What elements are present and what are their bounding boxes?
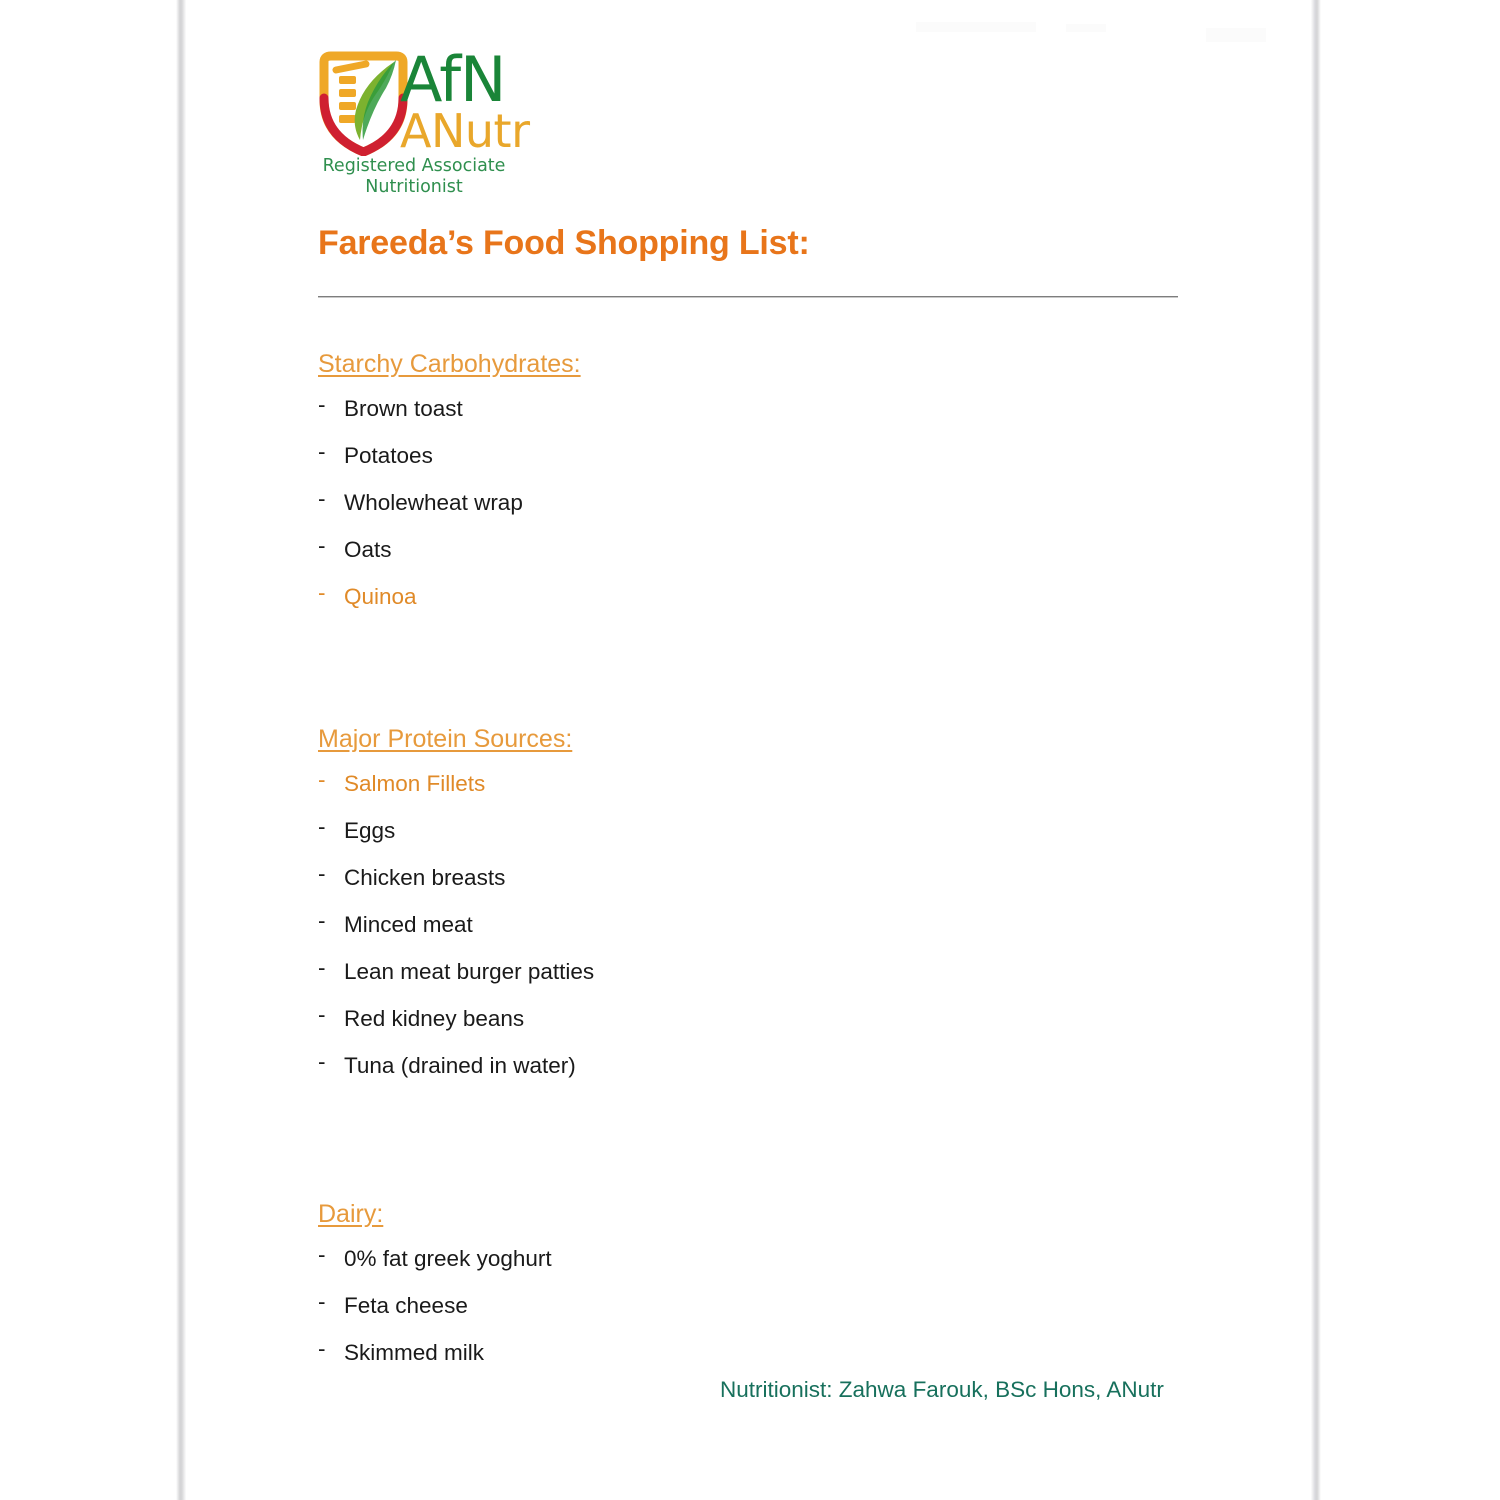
list-item: - Lean meat burger patties bbox=[318, 955, 595, 1004]
logo-strapline: Registered Associate Nutritionist bbox=[314, 156, 514, 198]
dash-bullet-icon: - bbox=[318, 1289, 326, 1314]
scan-artifact bbox=[916, 22, 1036, 32]
dash-bullet-icon: - bbox=[318, 1336, 326, 1361]
afn-anutr-logo: AfN ANutr Registered Associate Nutrition… bbox=[314, 43, 530, 198]
page-gutter-right bbox=[1321, 0, 1500, 1500]
list-item: - Wholewheat wrap bbox=[318, 486, 581, 535]
dash-bullet-icon: - bbox=[318, 439, 326, 464]
dash-bullet-icon: - bbox=[318, 1049, 326, 1074]
list-item-label: Potatoes bbox=[344, 443, 433, 468]
list-item: - Quinoa bbox=[318, 580, 581, 629]
title-divider bbox=[318, 296, 1178, 298]
dash-bullet-icon: - bbox=[318, 861, 326, 886]
dash-bullet-icon: - bbox=[318, 955, 326, 980]
document-page: AfN ANutr Registered Associate Nutrition… bbox=[186, 0, 1311, 1500]
list-item: - Red kidney beans bbox=[318, 1002, 594, 1051]
dash-bullet-icon: - bbox=[318, 486, 326, 511]
dash-bullet-icon: - bbox=[318, 392, 326, 417]
list-item-label: Wholewheat wrap bbox=[344, 490, 523, 515]
dash-bullet-icon: - bbox=[318, 908, 326, 933]
screenshot-canvas: AfN ANutr Registered Associate Nutrition… bbox=[0, 0, 1500, 1500]
list-item: - Oats bbox=[318, 533, 581, 582]
list-item: - Tuna (drained in water) bbox=[318, 1049, 594, 1098]
logo-strapline-line2: Nutritionist bbox=[365, 177, 463, 197]
section-heading: Dairy: bbox=[318, 1200, 384, 1228]
list-item-label: Skimmed milk bbox=[344, 1340, 485, 1365]
list-item-label: Brown toast bbox=[344, 396, 463, 421]
dash-bullet-icon: - bbox=[318, 814, 326, 839]
shopping-item-list: - Brown toast - Potatoes - Wholewheat wrap - Oa… bbox=[318, 392, 581, 629]
section-starchy-carbohydrates: Starchy Carbohydrates: - Brown toast - Pota… bbox=[318, 348, 581, 629]
section-dairy: Dairy: -0% fat greek yoghurt - Feta cheese… bbox=[318, 1198, 552, 1385]
list-item: -0% fat greek yoghurt bbox=[318, 1242, 552, 1291]
logo-wordmark-anutr: ANutr bbox=[400, 104, 530, 158]
list-item-label: Chicken breasts bbox=[344, 865, 506, 890]
list-item-label: Tuna (drained in water) bbox=[344, 1053, 576, 1078]
section-heading: Major Protein Sources: bbox=[318, 725, 573, 753]
list-item-label: 0% fat greek yoghurt bbox=[344, 1246, 552, 1271]
scan-artifact bbox=[1206, 28, 1266, 42]
list-item-label: Minced meat bbox=[344, 912, 473, 937]
logo-strapline-line1: Registered Associate bbox=[322, 156, 506, 176]
shopping-item-list: -0% fat greek yoghurt - Feta cheese - Skimme… bbox=[318, 1242, 552, 1385]
list-item: - Potatoes bbox=[318, 439, 581, 488]
list-item-label: Eggs bbox=[344, 818, 396, 843]
dash-bullet-icon: - bbox=[318, 767, 326, 792]
list-item: - Minced meat bbox=[318, 908, 594, 957]
list-item: - Skimmed milk bbox=[318, 1336, 552, 1385]
nutritionist-credit: Nutritionist: Zahwa Farouk, BSc Hons, AN… bbox=[720, 1377, 1164, 1402]
section-heading: Starchy Carbohydrates: bbox=[318, 350, 581, 378]
list-item: - Salmon Fillets bbox=[318, 767, 594, 816]
page-edge-shadow-right bbox=[1311, 0, 1321, 1500]
list-item-label: Salmon Fillets bbox=[344, 771, 486, 796]
scan-artifact bbox=[1066, 24, 1106, 32]
dash-bullet-icon: - bbox=[318, 1242, 326, 1267]
dash-bullet-icon: - bbox=[318, 580, 326, 605]
dash-bullet-icon: - bbox=[318, 533, 326, 558]
list-item-label: Oats bbox=[344, 537, 392, 562]
list-item: - Brown toast bbox=[318, 392, 581, 441]
list-item-label: Red kidney beans bbox=[344, 1006, 525, 1031]
list-item-label: Quinoa bbox=[344, 584, 417, 609]
page-edge-shadow-left bbox=[176, 0, 186, 1500]
shopping-item-list: - Salmon Fillets - Eggs - Chicken breasts - Min… bbox=[318, 767, 595, 1098]
list-item: - Eggs bbox=[318, 814, 594, 863]
page-title: Fareeda’s Food Shopping List: bbox=[318, 224, 810, 262]
list-item-label: Lean meat burger patties bbox=[344, 959, 595, 984]
logo-wordmark-afn: AfN bbox=[400, 43, 506, 116]
section-major-protein-sources: Major Protein Sources: - Salmon Fillets - E… bbox=[318, 723, 594, 1098]
dash-bullet-icon: - bbox=[318, 1002, 326, 1027]
shield-icon bbox=[316, 48, 411, 157]
list-item: - Chicken breasts bbox=[318, 861, 594, 910]
page-gutter-left bbox=[0, 0, 176, 1500]
list-item-label: Feta cheese bbox=[344, 1293, 468, 1318]
list-item: - Feta cheese bbox=[318, 1289, 552, 1338]
